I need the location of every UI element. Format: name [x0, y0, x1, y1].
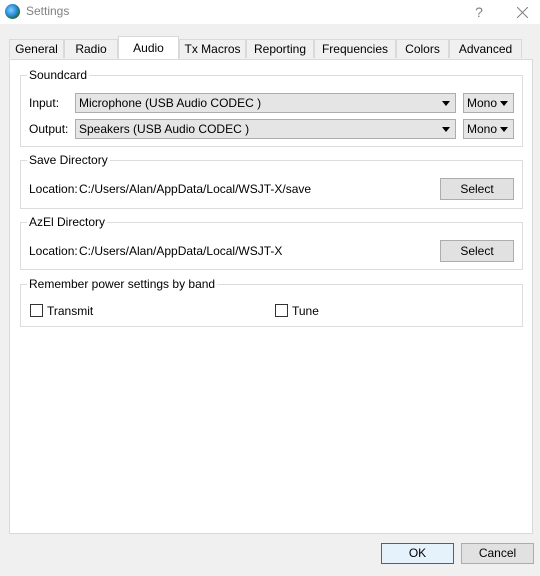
tab-radio[interactable]: Radio — [64, 39, 118, 58]
tab-reporting[interactable]: Reporting — [246, 39, 314, 58]
chevron-down-icon — [442, 127, 450, 132]
window-title: Settings — [26, 4, 70, 18]
save-directory-group-title: Save Directory — [27, 153, 110, 167]
input-channel-value: Mono — [467, 96, 498, 110]
soundcard-group: Soundcard Input: Microphone (USB Audio C… — [20, 68, 523, 147]
input-device-select[interactable]: Microphone (USB Audio CODEC ) — [75, 93, 456, 113]
save-directory-group: Save Directory Location: C:/Users/Alan/A… — [20, 153, 523, 209]
tab-colors[interactable]: Colors — [396, 39, 449, 58]
input-channel-select[interactable]: Mono — [463, 93, 514, 113]
save-location-label: Location: — [29, 182, 78, 196]
close-button[interactable] — [510, 2, 536, 22]
help-button[interactable]: ? — [467, 2, 491, 22]
azel-location-path: C:/Users/Alan/AppData/Local/WSJT-X — [79, 244, 283, 258]
chevron-down-icon — [500, 127, 508, 132]
tab-audio[interactable]: Audio — [118, 36, 179, 59]
output-channel-value: Mono — [467, 122, 498, 136]
chevron-down-icon — [442, 101, 450, 106]
power-settings-group-title: Remember power settings by band — [27, 277, 218, 291]
transmit-label: Transmit — [47, 304, 94, 318]
save-select-button[interactable]: Select — [440, 178, 514, 200]
input-label: Input: — [29, 96, 60, 110]
tab-advanced[interactable]: Advanced — [449, 39, 522, 58]
azel-select-button[interactable]: Select — [440, 240, 514, 262]
tune-checkbox[interactable] — [275, 304, 288, 317]
tab-frequencies[interactable]: Frequencies — [314, 39, 396, 58]
tab-tx-macros[interactable]: Tx Macros — [179, 39, 246, 58]
output-device-value: Speakers (USB Audio CODEC ) — [79, 122, 250, 136]
close-icon — [517, 7, 528, 18]
cancel-button[interactable]: Cancel — [461, 543, 534, 564]
app-globe-icon — [5, 4, 20, 19]
output-channel-select[interactable]: Mono — [463, 119, 514, 139]
soundcard-group-title: Soundcard — [27, 68, 90, 82]
chevron-down-icon — [500, 101, 508, 106]
audio-tab-pane: Soundcard Input: Microphone (USB Audio C… — [9, 59, 533, 534]
save-location-path: C:/Users/Alan/AppData/Local/WSJT-X/save — [79, 182, 312, 196]
output-label: Output: — [29, 122, 69, 136]
ok-button[interactable]: OK — [381, 543, 454, 564]
azel-directory-group-title: AzEl Directory — [27, 215, 108, 229]
tune-label: Tune — [292, 304, 319, 318]
azel-directory-group: AzEl Directory Location: C:/Users/Alan/A… — [20, 215, 523, 270]
tab-general[interactable]: General — [9, 39, 64, 58]
output-device-select[interactable]: Speakers (USB Audio CODEC ) — [75, 119, 456, 139]
title-bar: Settings ? — [0, 0, 540, 24]
azel-location-label: Location: — [29, 244, 78, 258]
transmit-checkbox[interactable] — [30, 304, 43, 317]
input-device-value: Microphone (USB Audio CODEC ) — [79, 96, 262, 110]
power-settings-group: Remember power settings by band Transmit… — [20, 277, 523, 327]
